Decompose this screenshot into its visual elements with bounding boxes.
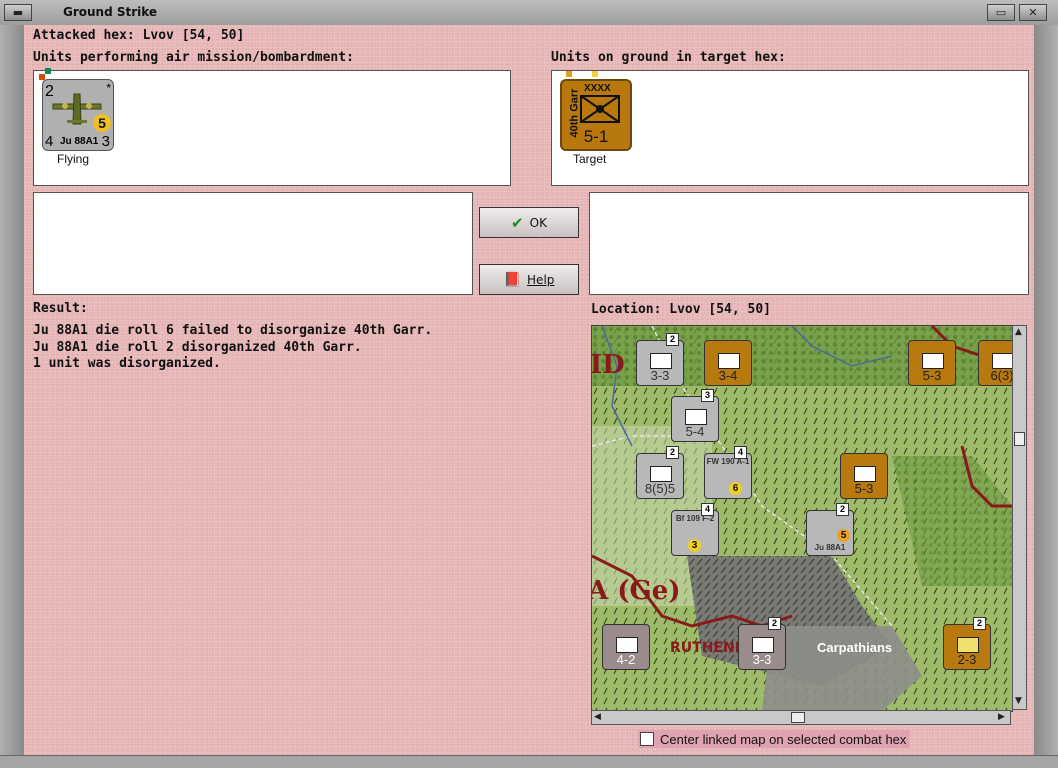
result-label: Result: <box>33 301 88 316</box>
ground-units-label: Units on ground in target hex: <box>551 50 786 65</box>
frame-left <box>0 25 24 755</box>
close-button[interactable]: ✕ <box>1019 4 1047 21</box>
map-unit[interactable]: 2 3-3 <box>636 333 684 386</box>
ground-unit-details <box>589 192 1029 295</box>
air-unit-status: Flying <box>57 152 90 166</box>
window-title: Ground Strike <box>63 5 158 19</box>
map-label: Carpathians <box>817 640 893 655</box>
air-unit-details <box>33 192 473 295</box>
infantry-garrison-icon <box>580 95 620 123</box>
ok-button[interactable]: ✔ OK <box>479 207 579 238</box>
center-map-checkbox-label: Center linked map on selected combat hex <box>660 731 907 747</box>
minimize-button[interactable]: ▭ <box>987 4 1015 21</box>
map-unit[interactable]: 2 Ju 88A1 5 <box>806 503 854 556</box>
ground-strike-window: ▬ Ground Strike ▭ ✕ Attacked hex: Lvov [… <box>0 0 1058 768</box>
combat-location-map[interactable]: ID A (Ge) RUTHENI Carpathians 2 3-3 3-4 5… <box>591 325 1013 712</box>
attacked-hex-label: Attacked hex: Lvov [54, 50] <box>33 28 245 43</box>
map-unit[interactable]: 4 Bf 109 F-2 3 <box>671 503 719 556</box>
ground-unit-counter[interactable]: 40th Garr XXXX 5-1 <box>560 71 632 151</box>
status-marker-icon <box>592 71 598 77</box>
scroll-right-icon[interactable]: ▶ <box>998 712 1005 722</box>
map-unit[interactable]: 4 FW 190 A-1 6 <box>704 446 752 499</box>
scroll-up-icon[interactable]: ▲ <box>1015 327 1022 337</box>
map-horizontal-scrollbar[interactable]: ◀ ▶ <box>591 710 1011 725</box>
map-unit[interactable]: 5-3 <box>908 340 956 386</box>
center-map-checkbox[interactable] <box>640 732 654 746</box>
map-label: ID <box>591 350 625 380</box>
map-label: A (Ge) <box>591 576 681 606</box>
ground-unit-status: Target <box>573 152 607 166</box>
center-map-checkbox-row[interactable]: Center linked map on selected combat hex <box>638 730 911 748</box>
map-unit[interactable]: 3 5-4 <box>671 389 719 442</box>
scroll-thumb[interactable] <box>1014 432 1025 446</box>
map-unit[interactable]: 5-3 <box>840 453 888 499</box>
scroll-thumb[interactable] <box>791 712 805 723</box>
map-unit[interactable]: 2 2-3 <box>943 617 991 670</box>
air-units-label: Units performing air mission/bombardment… <box>33 50 354 65</box>
map-unit[interactable]: 2 8(5)5 <box>636 446 684 499</box>
result-line: Ju 88A1 die roll 6 failed to disorganize… <box>33 323 433 338</box>
help-book-icon: 📕 <box>503 271 522 288</box>
map-unit[interactable]: 3-4 <box>704 340 752 386</box>
scroll-down-icon[interactable]: ▼ <box>1015 696 1022 706</box>
dialog-body: Attacked hex: Lvov [54, 50] Units perfor… <box>24 25 1034 755</box>
status-marker-icon <box>566 71 572 77</box>
title-bar[interactable]: ▬ Ground Strike ▭ ✕ <box>0 0 1058 26</box>
map-unit[interactable]: 6(3) <box>978 340 1012 386</box>
frame-bottom <box>0 755 1058 768</box>
map-vertical-scrollbar[interactable]: ▲ ▼ <box>1012 325 1027 710</box>
air-units-list[interactable]: 2 * 5 4 Ju 88A1 3 Flying <box>33 68 511 186</box>
location-label: Location: Lvov [54, 50] <box>591 302 772 317</box>
frame-right <box>1034 25 1058 755</box>
mission-marker-icon <box>39 74 45 80</box>
result-line: 1 unit was disorganized. <box>33 356 221 371</box>
status-marker-icon <box>45 68 51 74</box>
system-menu-button[interactable]: ▬ <box>4 4 32 21</box>
scroll-left-icon[interactable]: ◀ <box>594 712 601 722</box>
map-unit[interactable]: 4-2 <box>602 624 650 670</box>
help-button[interactable]: 📕 Help <box>479 264 579 295</box>
air-unit-counter[interactable]: 2 * 5 4 Ju 88A1 3 <box>39 68 114 151</box>
map-label: RUTHENI <box>670 640 740 656</box>
result-line: Ju 88A1 die roll 2 disorganized 40th Gar… <box>33 340 362 355</box>
ground-units-list[interactable]: 40th Garr XXXX 5-1 Target <box>551 70 1029 186</box>
checkmark-icon: ✔ <box>511 213 524 232</box>
map-unit[interactable]: 2 3-3 <box>738 617 786 670</box>
